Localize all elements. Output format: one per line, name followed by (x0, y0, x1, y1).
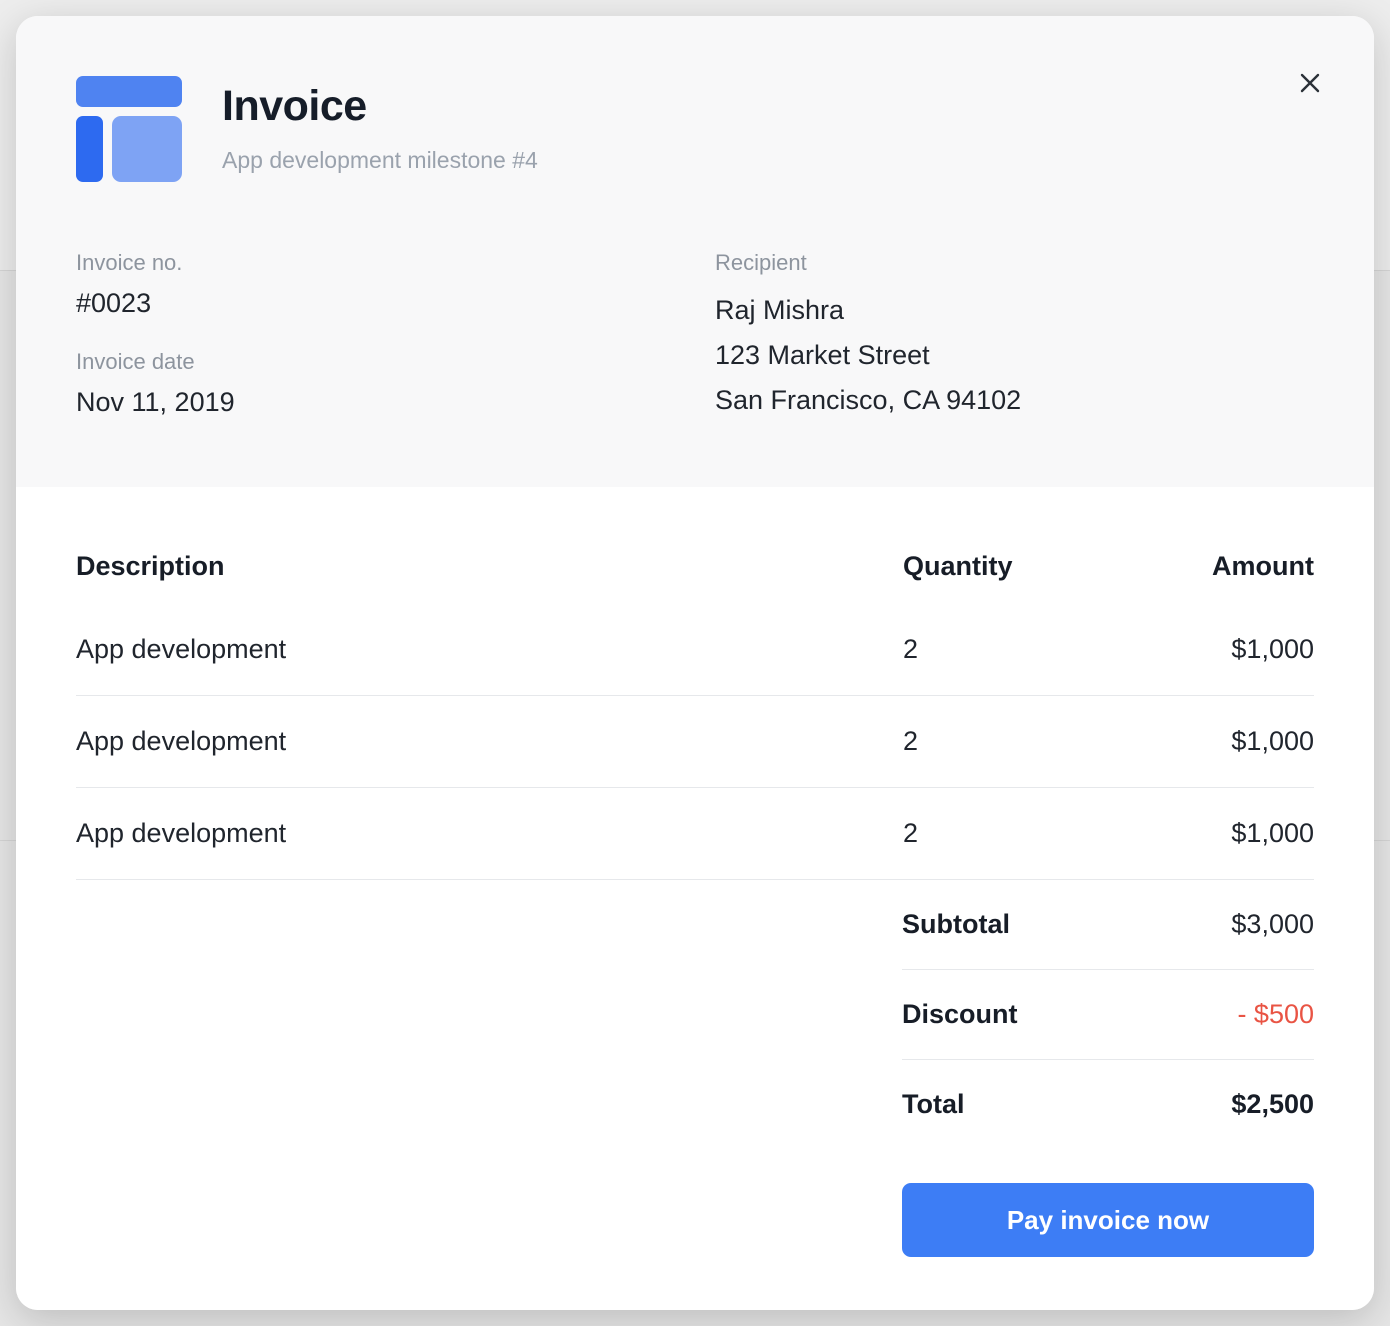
table-row: App development 2 $1,000 (76, 788, 1314, 880)
row-quantity: 2 (903, 818, 1159, 849)
header-amount: Amount (1159, 551, 1314, 582)
invoice-date-label: Invoice date (76, 349, 715, 375)
subtotal-row: Subtotal $3,000 (902, 880, 1314, 970)
invoice-logo-icon (76, 76, 182, 182)
row-quantity: 2 (903, 634, 1159, 665)
header-top: Invoice App development milestone #4 (76, 76, 1314, 182)
invoice-modal: Invoice App development milestone #4 Inv… (16, 16, 1374, 1310)
invoice-meta-column: Invoice no. #0023 Invoice date Nov 11, 2… (76, 250, 715, 423)
title-block: Invoice App development milestone #4 (222, 76, 538, 174)
table-row: App development 2 $1,000 (76, 604, 1314, 696)
logo-top-bar (76, 76, 182, 107)
invoice-body: Description Quantity Amount App developm… (16, 487, 1374, 1310)
table-row: App development 2 $1,000 (76, 696, 1314, 788)
header-quantity: Quantity (903, 551, 1159, 582)
invoice-date-group: Invoice date Nov 11, 2019 (76, 349, 715, 418)
row-quantity: 2 (903, 726, 1159, 757)
recipient-label: Recipient (715, 250, 1314, 276)
invoice-number-value: #0023 (76, 288, 715, 319)
row-amount: $1,000 (1159, 634, 1314, 665)
row-description: App development (76, 634, 903, 665)
invoice-date-value: Nov 11, 2019 (76, 387, 715, 418)
row-amount: $1,000 (1159, 726, 1314, 757)
subtotal-value: $3,000 (1231, 909, 1314, 940)
invoice-header: Invoice App development milestone #4 Inv… (16, 16, 1374, 487)
discount-value: - $500 (1237, 999, 1314, 1030)
recipient-address-line1: 123 Market Street (715, 333, 1314, 378)
modal-title: Invoice (222, 82, 538, 131)
total-row: Total $2,500 (902, 1060, 1314, 1149)
pay-invoice-button[interactable]: Pay invoice now (902, 1183, 1314, 1257)
logo-left-bar (76, 116, 103, 182)
table-header-row: Description Quantity Amount (76, 487, 1314, 604)
row-description: App development (76, 818, 903, 849)
discount-row: Discount - $500 (902, 970, 1314, 1060)
discount-label: Discount (902, 999, 1018, 1030)
invoice-number-group: Invoice no. #0023 (76, 250, 715, 319)
recipient-column: Recipient Raj Mishra 123 Market Street S… (715, 250, 1314, 423)
header-description: Description (76, 551, 903, 582)
invoice-details: Invoice no. #0023 Invoice date Nov 11, 2… (76, 250, 1314, 423)
invoice-number-label: Invoice no. (76, 250, 715, 276)
total-label: Total (902, 1089, 965, 1120)
logo-right-block (112, 116, 182, 182)
total-value: $2,500 (1231, 1089, 1314, 1120)
close-icon (1295, 68, 1325, 101)
close-button[interactable] (1286, 60, 1334, 108)
totals-section: Subtotal $3,000 Discount - $500 Total $2… (902, 880, 1314, 1149)
modal-subtitle: App development milestone #4 (222, 147, 538, 174)
subtotal-label: Subtotal (902, 909, 1010, 940)
recipient-name: Raj Mishra (715, 288, 1314, 333)
recipient-address-line2: San Francisco, CA 94102 (715, 378, 1314, 423)
logo-bottom-row (76, 116, 182, 182)
row-description: App development (76, 726, 903, 757)
row-amount: $1,000 (1159, 818, 1314, 849)
